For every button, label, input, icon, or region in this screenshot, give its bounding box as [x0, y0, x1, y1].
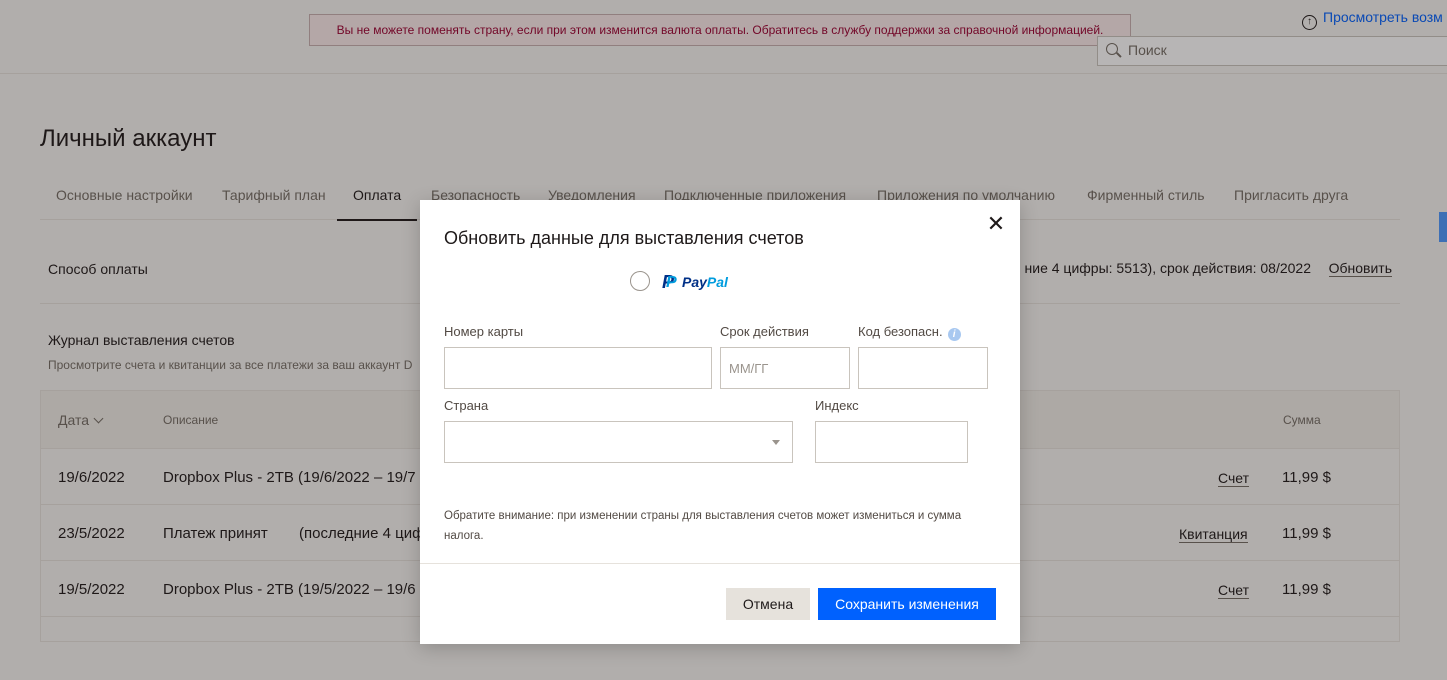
close-icon[interactable]: ✕: [986, 213, 1006, 235]
card-number-field[interactable]: [444, 347, 712, 389]
billing-page: Вы не можете поменять страну, если при э…: [0, 0, 1447, 680]
country-select[interactable]: [444, 421, 793, 463]
expiry-label: Срок действия: [720, 324, 809, 339]
country-label: Страна: [444, 398, 489, 413]
modal-title: Обновить данные для выставления счетов: [444, 228, 804, 248]
update-billing-modal: Обновить данные для выставления счетов ✕…: [420, 200, 1020, 644]
info-icon[interactable]: i: [947, 328, 961, 341]
expiry-field[interactable]: [720, 347, 850, 389]
zip-label: Индекс: [815, 398, 859, 413]
modal-divider: [420, 563, 1020, 564]
side-edge-handle: [1439, 212, 1447, 242]
paypal-text-part1: Pay: [682, 274, 707, 290]
save-changes-button[interactable]: Сохранить изменения: [818, 588, 996, 620]
paypal-text-part2: Pal: [706, 274, 728, 290]
cancel-button[interactable]: Отмена: [726, 588, 810, 620]
tax-note: Обратите внимание: при изменении страны …: [444, 510, 962, 542]
security-code-label: Код безопасн. i: [858, 324, 961, 341]
card-number-label: Номер карты: [444, 324, 524, 339]
paypal-radio[interactable]: [630, 271, 650, 291]
security-code-field[interactable]: [858, 347, 988, 389]
caret-down-icon: [772, 440, 780, 445]
zip-field[interactable]: [815, 421, 968, 463]
